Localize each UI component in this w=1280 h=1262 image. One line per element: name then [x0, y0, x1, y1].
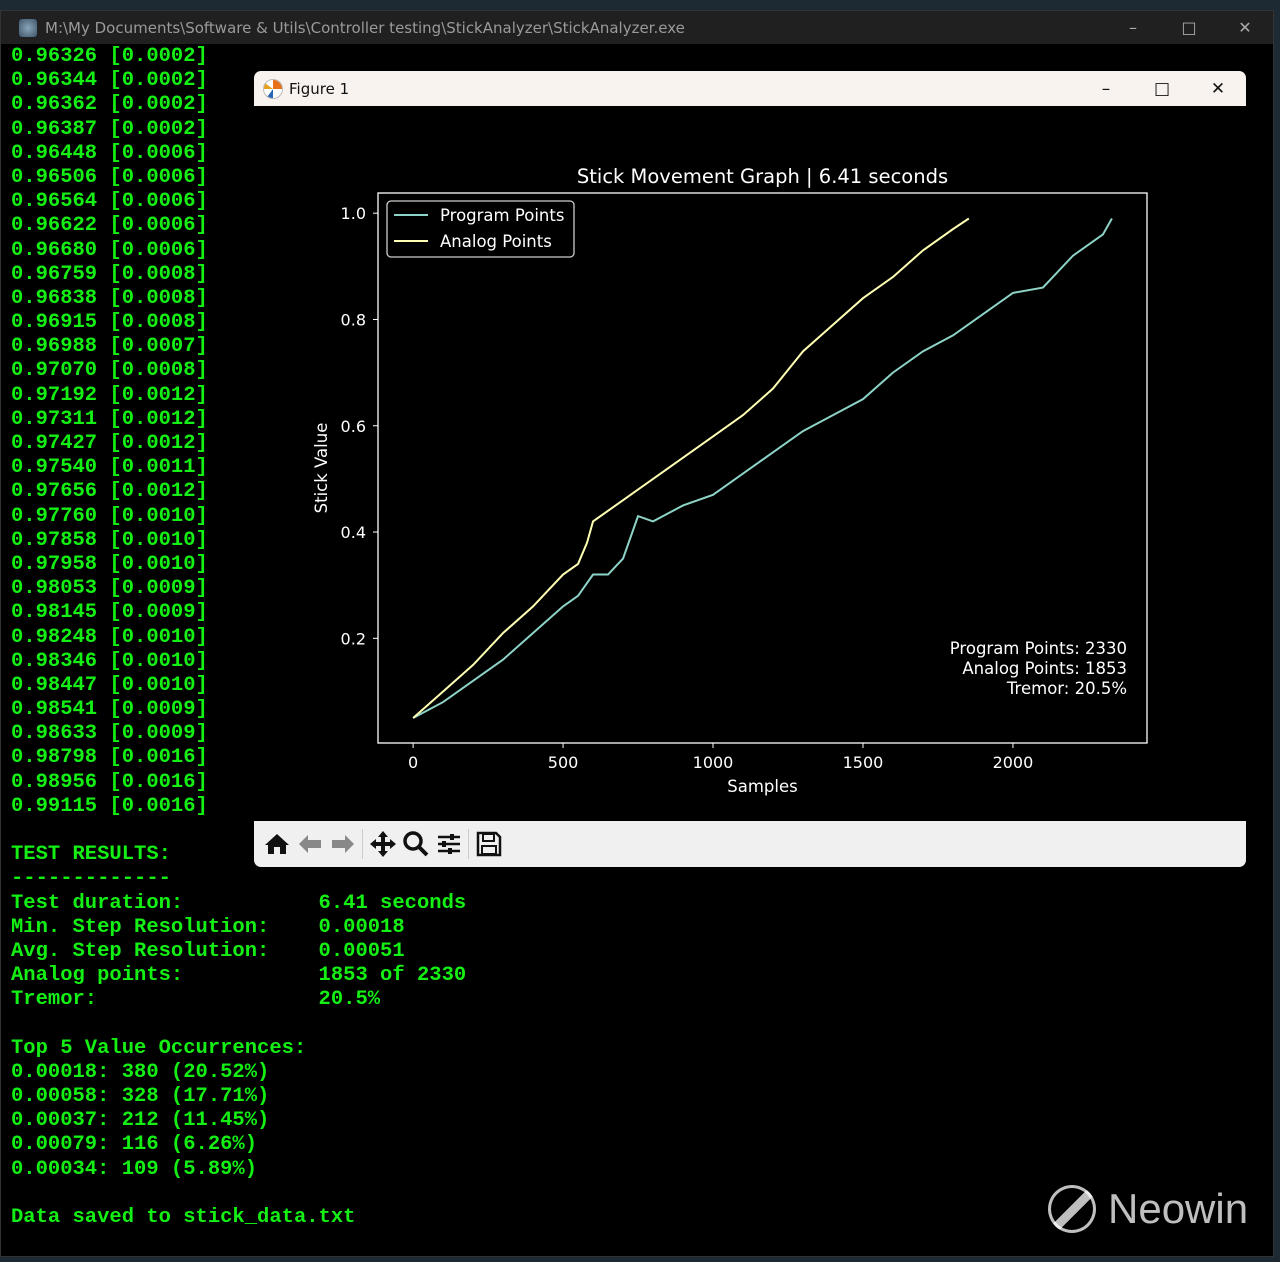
- neowin-watermark: Neowin: [1048, 1185, 1248, 1233]
- console-line: Min. Step Resolution: 0.00018: [11, 915, 405, 939]
- back-icon[interactable]: [293, 829, 326, 859]
- chart-title: Stick Movement Graph | 6.41 seconds: [577, 165, 948, 188]
- watermark-text: Neowin: [1108, 1185, 1249, 1232]
- x-axis-label: Samples: [727, 777, 797, 796]
- figure-minimize-button[interactable]: –: [1078, 79, 1134, 99]
- pan-icon[interactable]: [366, 829, 399, 859]
- console-title-bar: M:\My Documents\Software & Utils\Control…: [1, 11, 1273, 44]
- forward-icon[interactable]: [326, 829, 359, 859]
- y-tick-label: 0.8: [341, 310, 366, 329]
- configure-icon[interactable]: [432, 829, 465, 859]
- console-line: 0.00034: 109 (5.89%): [11, 1157, 258, 1181]
- console-line: 0.00037: 212 (11.45%): [11, 1109, 270, 1133]
- figure-window: Figure 1 – □ ✕ Stick Movement Graph | 6.…: [254, 71, 1246, 867]
- plot-canvas: Stick Movement Graph | 6.41 seconds 0 500 1…: [312, 165, 1148, 796]
- console-line: -------------: [11, 867, 171, 891]
- x-tick-label: 500: [548, 753, 579, 772]
- figure-close-button[interactable]: ✕: [1190, 79, 1246, 99]
- y-tick-label: 1.0: [341, 204, 366, 223]
- console-line: Tremor: 20.5%: [11, 988, 381, 1012]
- x-tick-label: 1000: [693, 753, 734, 772]
- app-icon: [19, 18, 37, 37]
- stats-annotation: Analog Points: 1853: [962, 659, 1127, 678]
- console-line: 0.00018: 380 (20.52%): [11, 1060, 270, 1084]
- x-tick-label: 0: [408, 753, 418, 772]
- toolbar-separator: [362, 829, 363, 859]
- legend-label: Program Points: [440, 206, 564, 225]
- console-line: Test duration: 6.41 seconds: [11, 891, 467, 915]
- console-line: Top 5 Value Occurrences:: [11, 1036, 307, 1060]
- figure-toolbar: [254, 821, 1246, 867]
- y-tick-label: 0.2: [341, 629, 366, 648]
- console-line: 0.00058: 328 (17.71%): [11, 1085, 270, 1109]
- console-line: Avg. Step Resolution: 0.00051: [11, 939, 405, 963]
- stats-annotation: Tremor: 20.5%: [1006, 679, 1127, 698]
- y-tick-label: 0.4: [341, 523, 366, 542]
- figure-title-bar: Figure 1 – □ ✕: [254, 71, 1246, 106]
- figure-maximize-button[interactable]: □: [1134, 79, 1190, 99]
- console-title: M:\My Documents\Software & Utils\Control…: [45, 18, 685, 37]
- neowin-logo-icon: [1048, 1185, 1096, 1233]
- home-icon[interactable]: [260, 829, 293, 859]
- stats-annotation: Program Points: 2330: [950, 639, 1127, 658]
- close-button[interactable]: ✕: [1217, 18, 1273, 37]
- y-axis-label: Stick Value: [312, 423, 331, 514]
- minimize-button[interactable]: –: [1105, 18, 1161, 37]
- maximize-button[interactable]: □: [1161, 18, 1217, 37]
- series-line-analog-points: [412, 217, 970, 719]
- zoom-icon[interactable]: [399, 829, 432, 859]
- legend-label: Analog Points: [440, 232, 552, 251]
- toolbar-separator: [468, 829, 469, 859]
- x-tick-label: 1500: [843, 753, 884, 772]
- matplotlib-icon: [263, 78, 283, 99]
- console-line: 0.96326 [0.0002]: [11, 45, 208, 68]
- y-tick-label: 0.6: [341, 417, 366, 436]
- console-line: Data saved to stick_data.txt: [11, 1206, 356, 1229]
- figure-title: Figure 1: [289, 79, 350, 98]
- x-tick-label: 2000: [993, 753, 1034, 772]
- save-icon[interactable]: [472, 829, 505, 859]
- console-line: 0.00079: 116 (6.26%): [11, 1133, 258, 1157]
- console-line: Analog points: 1853 of 2330: [11, 964, 467, 988]
